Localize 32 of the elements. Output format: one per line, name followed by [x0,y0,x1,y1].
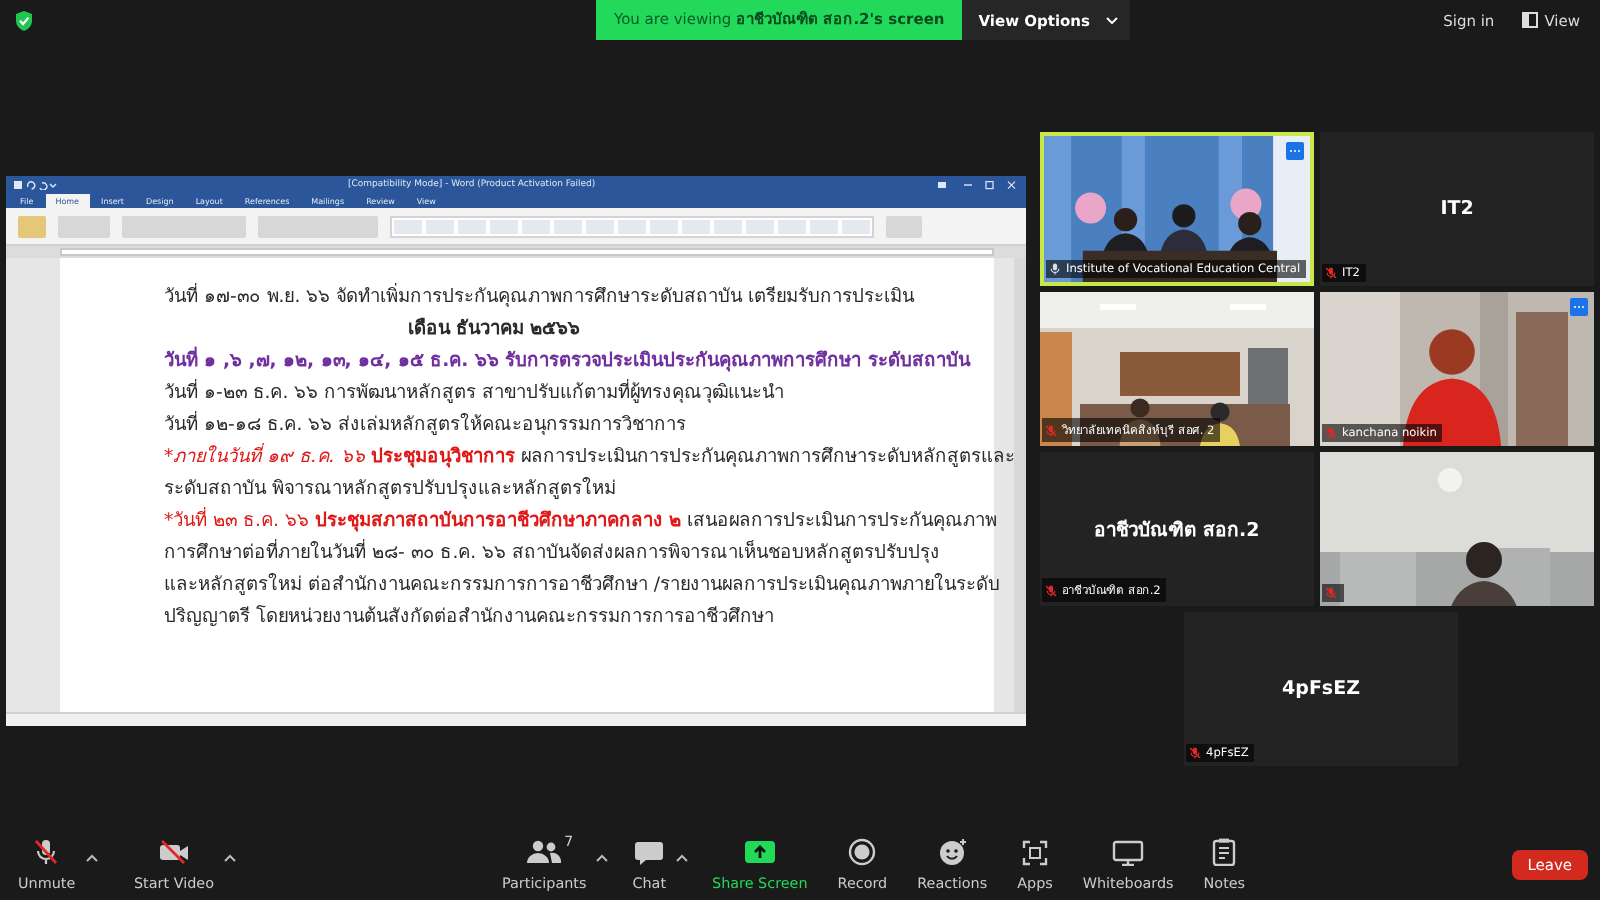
document-text-line: เดือน ธันวาคม ๒๕๖๖ [407,318,581,340]
more-options-icon[interactable] [1286,142,1304,160]
smiley-icon [937,838,968,866]
caret-icon[interactable] [676,854,689,862]
document-text-line: ระดับสถาบัน พิจารณาหลักสูตรปรับปรุงและหลักสูตรใหม่ [164,478,616,500]
caret-icon[interactable] [223,854,236,862]
document-text-line: *วันที่ ๒๓ ธ.ค. ๖๖ ประชุมสภาสถาบันการอาชีวศึกษาภาคกลาง ๒ เสนอผลการประเมินการประกันคุณภาพ [164,510,998,532]
more-options-icon[interactable] [1570,298,1588,316]
caret-icon[interactable] [596,854,609,862]
apps-icon [1021,839,1048,865]
monitor-icon [1112,839,1145,865]
participant-display-name: อาชีวบัณฑิต สอก.2 [1094,517,1260,544]
shield-check-icon[interactable] [14,9,34,31]
document-text-line: *ภายในวันที่ ๑๙ ธ.ค. ๖๖ ประชุมอนุวิชาการ ผลการประเมินการประกันคุณภาพการศึกษาระดับหลักสูตรและ [164,446,1015,468]
record-icon [848,838,877,866]
document-text-line: การศึกษาต่อที่ภายในวันที่ ๒๘- ๓๐ ธ.ค. ๖๖ สถาบันจัดส่งผลการพิจารณาเห็นชอบหลักสูตรปรับปรุง [164,542,941,564]
window-controls-icon[interactable] [938,179,1018,189]
document-text-line: และหลักสูตรใหม่ ต่อสำนักงานคณะกรรมการการอาชีวศึกษา /รายงานผลการประเมินคุณภาพภายในระดับ [164,574,1001,596]
notes-icon [1212,838,1237,866]
document-text-line: วันที่ ๑-๒๓ ธ.ค. ๖๖ การพัฒนาหลักสูตร สาขาปรับแก้ตามที่ผู้ทรงคุณวุฒิแนะนำ [164,382,785,404]
document-text-line: วันที่ ๑ ,๖ ,๗, ๑๒, ๑๓, ๑๔, ๑๕ ธ.ค. ๖๖ รับการตรวจประเมินประกันคุณภาพการศึกษา ระดับสถาบัน [164,350,970,372]
quick-access-icons-drawing[interactable] [14,179,58,189]
share-screen-icon [743,840,776,864]
participant-display-name: IT2 [1440,198,1474,220]
chat-bubble-icon [634,839,665,865]
participant-display-name: 4pFsEZ [1282,678,1360,700]
document-text-line: วันที่ ๑๒-๑๘ ธ.ค. ๖๖ ส่งเล่มหลักสูตรให้คณะอนุกรรมการวิชาการ [164,414,687,436]
grid-icon [1522,12,1539,28]
people-icon [526,840,563,864]
caret-icon[interactable] [85,854,98,862]
document-text-line: ปริญญาตรี โดยหน่วยงานต้นสังกัดต่อสำนักงานคณะกรรมการการอาชีวศึกษา [164,606,774,628]
document-text-line: วันที่ ๑๗-๓๐ พ.ย. ๖๖ จัดทำเพิ่มการประกันคุณภาพการศึกษาระดับสถาบัน เตรียมรับการประเมิน [164,286,915,308]
